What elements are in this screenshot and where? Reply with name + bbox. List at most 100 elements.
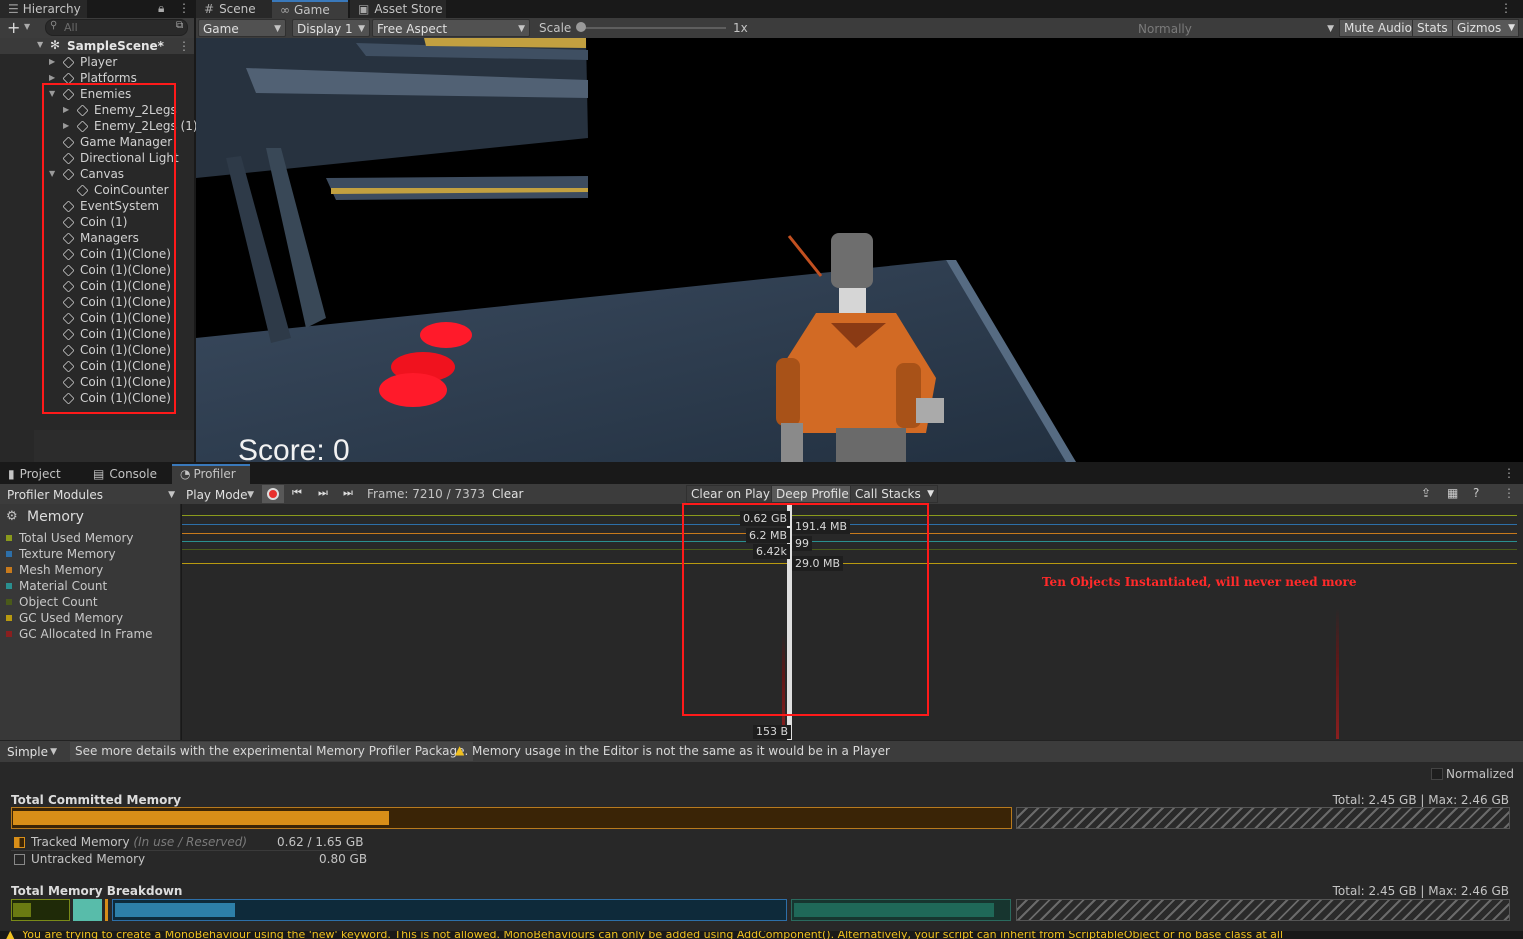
legend-item[interactable]: Total Used Memory (6, 530, 134, 546)
profiler-icon: ◔ (180, 467, 191, 481)
legend-swatch (6, 615, 12, 621)
legend-item[interactable]: GC Used Memory (6, 610, 123, 626)
grid-icon: # (204, 2, 215, 16)
warning-icon: ▲ (455, 743, 465, 757)
deep-profile-button[interactable]: Deep Profile (771, 485, 854, 503)
game-mode-dropdown[interactable]: Game ▼ (198, 19, 286, 37)
gizmos-dropdown[interactable]: Gizmos ▼ (1452, 19, 1519, 37)
breakdown-native[interactable] (112, 899, 787, 921)
lock-icon[interactable]: 🔒︎ (158, 1, 164, 16)
tab-profiler[interactable]: ◔ Profiler (172, 464, 250, 484)
gamepad-icon: ∞ (280, 3, 290, 17)
warning-icon: ▲ (6, 931, 15, 939)
status-message: You are trying to create a MonoBehaviour… (22, 931, 1284, 939)
legend-item[interactable]: Texture Memory (6, 546, 116, 562)
kebab-menu-icon[interactable]: ⋮ (1500, 1, 1512, 15)
scale-label: Scale (539, 21, 572, 35)
kebab-menu-icon[interactable]: ⋮ (178, 1, 190, 15)
legend-label: Total Used Memory (19, 531, 134, 545)
legend-item[interactable]: Material Count (6, 578, 107, 594)
hierarchy-item[interactable]: ▶ Player (0, 54, 194, 70)
aspect-dropdown[interactable]: Free Aspect ▼ (372, 19, 530, 37)
tab-scene[interactable]: # Scene (196, 0, 272, 18)
clear-button[interactable]: Clear (487, 485, 529, 503)
first-frame-icon[interactable]: ⏮ (292, 486, 302, 500)
play-mode-dropdown[interactable]: Play Mode ▼ (181, 485, 259, 503)
game-toolbar: Game ▼ Display 1 ▼ Free Aspect ▼ Scale 1x N… (196, 18, 1523, 38)
fold-open-icon[interactable]: ▼ (37, 40, 43, 49)
legend-swatch (6, 535, 12, 541)
breakdown-profiler[interactable] (791, 899, 1011, 921)
clear-on-play-button[interactable]: Clear on Play (686, 485, 775, 503)
gc-spike (1336, 609, 1339, 739)
kebab-menu-icon[interactable]: ⋮ (1503, 486, 1515, 500)
search-mode-icon[interactable]: ⧉ (176, 20, 183, 31)
search-input[interactable]: ⚲ All ⧉ (45, 19, 188, 36)
legend-item[interactable]: GC Allocated In Frame (6, 626, 153, 642)
scale-slider-track[interactable] (578, 27, 726, 29)
shopping-bag-icon: ▣ (358, 2, 370, 16)
committed-title: Total Committed Memory (11, 793, 182, 807)
breakdown-audio[interactable] (105, 899, 108, 921)
scene-name: SampleScene* (67, 39, 164, 53)
main-tabbar: # Scene ∞ Game ▣ Asset Store ⋮ (196, 0, 1523, 18)
stats-button[interactable]: Stats (1412, 19, 1453, 37)
scene-header-row[interactable]: ▼ ✻ SampleScene* ⋮ (0, 38, 194, 54)
scale-value: 1x (733, 21, 748, 35)
mute-audio-button[interactable]: Mute Audio (1339, 19, 1417, 37)
tab-asset-store[interactable]: ▣ Asset Store (350, 0, 446, 18)
chevron-down-icon: ▼ (50, 747, 57, 757)
normalized-checkbox[interactable] (1431, 768, 1443, 780)
committed-total: Total: 2.45 GB | Max: 2.46 GB (1332, 793, 1509, 807)
tab-project[interactable]: ▮ Project (0, 465, 82, 483)
normalized-label: Normalized (1446, 767, 1515, 781)
scale-slider-handle[interactable] (576, 22, 586, 32)
hierarchy-item-label: Player (80, 55, 118, 69)
legend-label: GC Used Memory (19, 611, 124, 625)
unity-scene-icon: ✻ (50, 38, 61, 52)
hierarchy-empty-area (34, 430, 194, 462)
status-bar[interactable]: ▲ You are trying to create a MonoBehavio… (0, 931, 1523, 939)
last-frame-icon[interactable]: ⏭ (343, 486, 353, 500)
legend-item[interactable]: Mesh Memory (6, 562, 103, 578)
call-stacks-dropdown[interactable]: Call Stacks ▼ (850, 485, 938, 503)
display-dropdown[interactable]: Display 1 ▼ (292, 19, 370, 37)
module-title[interactable]: Memory (27, 509, 84, 525)
help-icon[interactable]: ? (1473, 486, 1479, 500)
legend-swatch (6, 551, 12, 557)
game-view[interactable]: Score: 0 (196, 38, 1523, 462)
search-icon: ⚲ (50, 20, 58, 31)
chevron-down-icon[interactable]: ▼ (24, 22, 30, 31)
load-icon[interactable]: ⇪ (1421, 486, 1431, 500)
frame-counter: Frame: 7210 / 7373 (367, 487, 485, 501)
save-icon[interactable]: ▦ (1447, 486, 1458, 500)
details-toolbar: Simple ▼ See more details with the experi… (0, 740, 1523, 762)
maximize-dropdown[interactable]: Normally ▼ (1133, 19, 1339, 37)
tab-hierarchy[interactable]: ☰ Hierarchy (0, 0, 87, 18)
breakdown-title: Total Memory Breakdown (11, 884, 183, 898)
next-frame-icon[interactable]: ⏭ (318, 486, 328, 500)
committed-bar[interactable] (11, 807, 1012, 829)
fold-closed-icon[interactable]: ▶ (49, 54, 55, 70)
untracked-label: Untracked Memory (31, 852, 146, 866)
breakdown-managed[interactable] (11, 899, 70, 921)
hierarchy-toolbar: + ▼ ⚲ All ⧉ (0, 18, 194, 38)
breakdown-graphics[interactable] (73, 899, 102, 921)
tab-game[interactable]: ∞ Game (272, 0, 348, 18)
legend-label: Material Count (19, 579, 108, 593)
folder-icon: ▮ (8, 467, 15, 481)
tab-console[interactable]: ▤ Console (85, 465, 171, 483)
annotation-text: Ten Objects Instantiated, will never nee… (1042, 575, 1357, 589)
list-icon: ☰ (8, 2, 19, 16)
record-button[interactable] (262, 485, 284, 503)
view-mode-dropdown[interactable]: Simple ▼ (2, 742, 62, 760)
kebab-menu-icon[interactable]: ⋮ (178, 39, 190, 53)
kebab-menu-icon[interactable]: ⋮ (1503, 466, 1515, 480)
add-button[interactable]: + (7, 18, 20, 37)
profiler-modules-dropdown[interactable]: Profiler Modules ▼ (2, 485, 180, 503)
profiler-toolbar: Profiler Modules ▼ Play Mode ▼ ⏮ ⏭ ⏭ Frame… (0, 484, 1523, 504)
tracked-label: Tracked Memory (In use / Reserved) (31, 835, 248, 849)
memory-profiler-link[interactable]: See more details with the experimental M… (70, 742, 474, 761)
legend-item[interactable]: Object Count (6, 594, 98, 610)
untracked-swatch (14, 854, 25, 865)
